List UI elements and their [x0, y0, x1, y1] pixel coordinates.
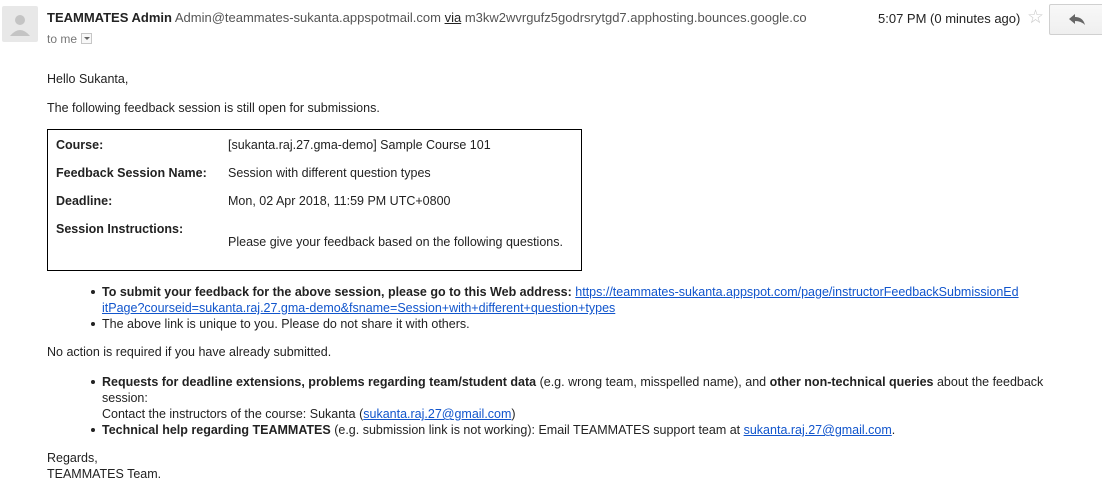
list-item: Technical help regarding TEAMMATES (e.g.…	[90, 422, 896, 438]
instructions-value: Please give your feedback based on the f…	[228, 235, 563, 249]
requests-bold: Requests for deadline extensions, proble…	[102, 375, 537, 389]
tech-help-bold: Technical help regarding TEAMMATES	[102, 423, 331, 437]
regards-text: Regards,	[47, 451, 98, 465]
support-email-link[interactable]: sukanta.raj.27@gmail.com	[744, 423, 892, 437]
person-icon	[10, 15, 30, 36]
instructions-label: Session Instructions:	[56, 222, 184, 236]
requests-text-end: about the feedback	[933, 375, 1044, 389]
unique-link-notice: The above link is unique to you. Please …	[102, 317, 470, 331]
submission-link-part1[interactable]: https://teammates-sukanta.appspot.com/pa…	[575, 285, 1018, 299]
tech-help-text: (e.g. submission link is not working): E…	[330, 423, 744, 437]
nontech-bold: other non-technical queries	[769, 375, 934, 389]
greeting: Hello Sukanta,	[47, 72, 129, 86]
list-item: The above link is unique to you. Please …	[91, 316, 470, 332]
reply-icon	[1069, 14, 1085, 25]
sender-email[interactable]: Admin@teammates-sukanta.appspotmail.com	[175, 10, 441, 25]
list-item: To submit your feedback for the above se…	[91, 284, 1082, 316]
contact-close: )	[511, 407, 516, 421]
deadline-value: Mon, 02 Apr 2018, 11:59 PM UTC+0800	[228, 194, 451, 208]
sender-avatar	[2, 6, 38, 42]
requests-text: (e.g. wrong team, misspelled name), and	[536, 375, 770, 389]
star-icon[interactable]: ☆	[1027, 6, 1044, 29]
submit-instructions: To submit your feedback for the above se…	[102, 285, 572, 299]
session-label: Feedback Session Name:	[56, 166, 207, 180]
team-signature: TEAMMATES Team.	[47, 467, 162, 481]
reply-button[interactable]	[1049, 4, 1102, 35]
no-action-text: No action is required if you have alread…	[47, 345, 332, 359]
sender-line: TEAMMATES Admin Admin@teammates-sukanta.…	[47, 10, 807, 25]
course-label: Course:	[56, 138, 104, 152]
contact-text: Contact the instructors of the course: S…	[102, 407, 364, 421]
recipient-line: to me	[47, 32, 93, 46]
message-time: 5:07 PM (0 minutes ago)	[878, 11, 1021, 26]
sender-name[interactable]: TEAMMATES Admin	[47, 10, 172, 25]
via-link[interactable]: via	[445, 10, 462, 25]
recipient-label: to me	[47, 32, 78, 46]
session-info-table: Course: [sukanta.raj.27.gma-demo] Sample…	[47, 129, 582, 271]
list-item: Requests for deadline extensions, proble…	[91, 374, 1102, 422]
intro-text: The following feedback session is still …	[47, 101, 380, 115]
bounce-address: m3kw2wvrgufz5godrsrytgd7.apphosting.boun…	[464, 10, 807, 25]
requests-session: session:	[102, 391, 148, 405]
course-value: [sukanta.raj.27.gma-demo] Sample Course …	[228, 138, 491, 152]
submission-link-part2[interactable]: itPage?courseid=sukanta.raj.27.gma-demo&…	[102, 301, 615, 315]
chevron-down-icon[interactable]	[81, 33, 93, 45]
tech-help-end: .	[891, 423, 896, 437]
deadline-label: Deadline:	[56, 194, 113, 208]
session-value: Session with different question types	[228, 166, 431, 180]
instructor-email-link[interactable]: sukanta.raj.27@gmail.com	[363, 407, 511, 421]
